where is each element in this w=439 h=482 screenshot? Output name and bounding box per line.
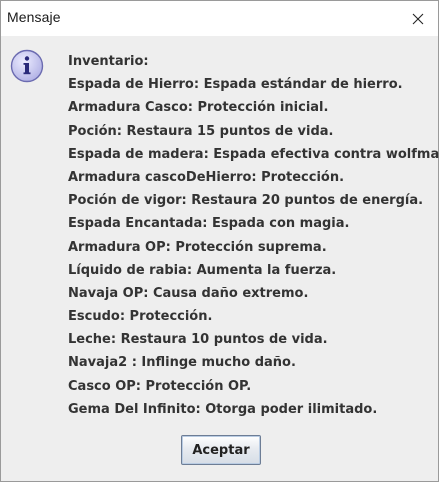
message-line: Inventario:	[68, 54, 149, 69]
message-line: Poción: Restaura 15 puntos de vida.	[68, 123, 334, 139]
message-line: Gema Del Infinito: Otorga poder ilimitad…	[68, 401, 378, 417]
message-line: Navaja OP: Causa daño extremo.	[68, 285, 309, 301]
message-line: Leche: Restaura 10 puntos de vida.	[68, 332, 328, 348]
message-text: Inventario: Espada de Hierro: Espada est…	[68, 50, 439, 421]
dialog-content: Inventario: Espada de Hierro: Espada est…	[1, 36, 439, 481]
message-line: Espada de madera: Espada efectiva contra…	[68, 146, 439, 162]
title-bar[interactable]: Mensaje	[1, 1, 438, 36]
message-line: Navaja2 : Inflinge mucho daño.	[68, 355, 296, 371]
window-title: Mensaje	[7, 9, 61, 25]
message-line: Espada Encantada: Espada con magia.	[68, 216, 350, 232]
message-dialog: Mensaje Inventario: Espada de Hierro: Es…	[0, 0, 439, 482]
ok-button[interactable]: Aceptar	[181, 435, 261, 465]
message-line: Escudo: Protección.	[68, 309, 213, 325]
message-line: Espada de Hierro: Espada estándar de hie…	[68, 77, 403, 93]
message-line: Casco OP: Protección OP.	[68, 378, 252, 394]
ok-button-label: Aceptar	[192, 442, 250, 458]
message-line: Armadura cascoDeHierro: Protección.	[68, 169, 345, 185]
message-line: Armadura Casco: Protección inicial.	[68, 100, 329, 116]
close-icon	[412, 13, 424, 25]
close-button[interactable]	[398, 1, 438, 36]
message-line: Líquido de rabia: Aumenta la fuerza.	[68, 262, 337, 278]
message-line: Armadura OP: Protección suprema.	[68, 239, 327, 255]
info-icon	[10, 49, 44, 83]
message-line: Poción de vigor: Restaura 20 puntos de e…	[68, 193, 424, 209]
